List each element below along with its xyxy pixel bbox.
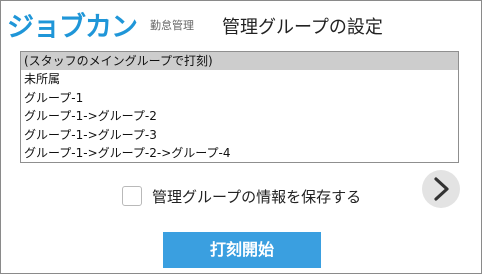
group-option-1-2-4[interactable]: グループ-1->グループ-2->グループ-4 <box>21 144 458 162</box>
save-group-checkbox[interactable] <box>122 186 142 206</box>
next-button[interactable] <box>422 170 460 208</box>
group-option-1-3[interactable]: グループ-1->グループ-3 <box>21 126 458 144</box>
group-listbox[interactable]: (スタッフのメイングループで打刻) 未所属 グループ-1 グループ-1->グルー… <box>20 51 459 163</box>
page-title: 管理グループの設定 <box>222 17 383 38</box>
app-frame: ジョブカン 勤怠管理 管理グループの設定 (スタッフのメイングループで打刻) 未… <box>0 0 482 274</box>
group-option-1-2[interactable]: グループ-1->グループ-2 <box>21 107 458 125</box>
start-punch-button[interactable]: 打刻開始 <box>163 232 321 268</box>
save-group-label: 管理グループの情報を保存する <box>152 188 362 206</box>
group-option-1[interactable]: グループ-1 <box>21 89 458 107</box>
logo-subtitle: 勤怠管理 <box>150 19 194 32</box>
group-option-main[interactable]: (スタッフのメイングループで打刻) <box>21 52 458 71</box>
chevron-right-icon <box>434 177 449 201</box>
group-option-unassigned[interactable]: 未所属 <box>21 70 458 88</box>
logo: ジョブカン <box>7 12 138 43</box>
